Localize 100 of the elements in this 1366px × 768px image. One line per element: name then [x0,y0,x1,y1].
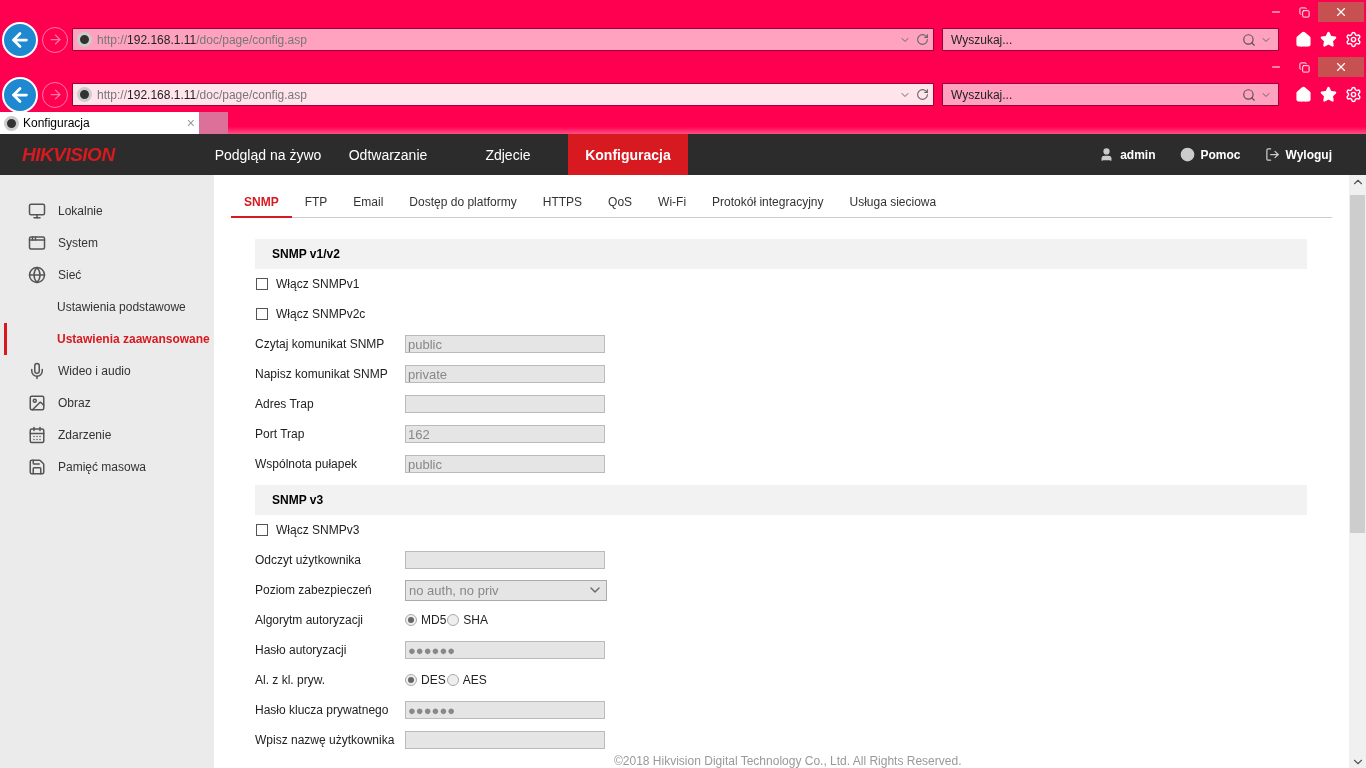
search-icon[interactable] [1242,87,1256,102]
star-icon[interactable] [1320,86,1337,103]
search-icon[interactable] [1242,32,1256,47]
tab-title: Konfiguracja [23,116,91,130]
checkbox-label: Włącz SNMPv1 [276,277,360,291]
checkbox[interactable] [256,278,268,290]
tab[interactable]: Email [340,187,397,218]
star-icon[interactable] [1320,31,1337,48]
mic-icon [28,362,46,380]
scroll-thumb[interactable] [1350,195,1365,533]
tab[interactable]: Wi-Fi [645,187,700,218]
field-label: Wpisz nazwę użytkownika [255,733,396,747]
back-button[interactable] [2,21,38,58]
settings-icon[interactable] [1345,86,1362,103]
calendar-icon [28,426,46,444]
browser-tab[interactable]: Konfiguracja × [0,112,199,134]
tab[interactable]: Protokół integracyjny [699,187,837,218]
search-field[interactable]: Wyszukaj... [942,83,1279,106]
checkbox-label: Włącz SNMPv2c [276,307,366,321]
checkbox-label: Włącz SNMPv3 [276,523,360,537]
field-label: Port Trap [255,427,306,441]
input-field[interactable] [405,731,605,749]
site-icon [4,115,19,131]
url-text: http://192.168.1.11/doc/page/config.asp [97,87,308,102]
logo: HIKVISION [21,142,117,167]
radio-label: DES [421,673,446,687]
tab[interactable]: SNMP [231,187,292,218]
section-header: SNMP v3 [255,485,1307,515]
radio-label: MD5 [421,613,447,627]
search-field[interactable]: Wyszukaj... [942,28,1279,51]
arrow-right-icon [47,32,63,47]
sidebar-item[interactable]: Sieć [0,259,214,291]
sidebar-item[interactable]: System [0,227,214,259]
nav-tab[interactable]: Zdjecie [448,134,568,175]
header-link[interactable]: Pomoc [1179,147,1241,162]
refresh-icon[interactable] [916,88,929,101]
field-label: Hasło autoryzacji [255,643,348,657]
close-button[interactable] [1318,2,1364,22]
monitor-icon [28,202,46,220]
site-icon [77,32,92,47]
address-bar[interactable]: http://192.168.1.11/doc/page/config.asp [72,28,934,51]
sidebar-item[interactable]: Lokalnie [0,195,214,227]
restore-icon [1298,6,1310,18]
input-field[interactable] [405,551,605,569]
search-input[interactable]: Wyszukaj... [949,31,1238,48]
nav-tab[interactable]: Konfiguracja [568,134,688,175]
tab[interactable]: Dostęp do platformy [396,187,530,218]
scrollbar[interactable] [1349,175,1366,768]
radio-button[interactable] [405,674,417,686]
search-input[interactable]: Wyszukaj... [949,86,1238,103]
restore-icon [1298,61,1310,73]
checkbox[interactable] [256,524,268,536]
refresh-icon[interactable] [916,33,929,46]
site-icon [77,87,92,102]
field-label: Poziom zabezpieczeń [255,583,373,597]
section-header: SNMP v1/v2 [255,239,1307,269]
field-label: Adres Trap [255,397,315,411]
address-bar[interactable]: http://192.168.1.11/doc/page/config.asp [72,83,934,106]
sidebar-item[interactable]: Obraz [0,387,214,419]
globe-icon [28,266,46,284]
copyright-text: ©2018 Hikvision Digital Technology Co., Ltd. All Rights Reserved. [614,754,962,768]
field-label: Hasło klucza prywatnego [255,703,390,717]
field-label: Al. z kl. pryw. [255,673,326,687]
nav-tab[interactable]: Podgląd na żywo [208,134,328,175]
checkbox[interactable] [256,308,268,320]
settings-icon[interactable] [1345,31,1362,48]
input-field[interactable] [405,395,605,413]
window-icon [28,234,46,252]
sidebar-item[interactable]: Wideo i audio [0,355,214,387]
back-button[interactable] [2,76,38,113]
field-label: Czytaj komunikat SNMP [255,337,386,351]
nav-tab[interactable]: Odtwarzanie [328,134,448,175]
tab[interactable]: QoS [595,187,646,218]
field-label: Wspólnota pułapek [255,457,359,471]
close-icon [1334,60,1348,74]
sidebar-subitem[interactable]: Ustawienia podstawowe [0,291,214,323]
radio-button[interactable] [405,614,417,626]
field-label: Napisz komunikat SNMP [255,367,389,381]
arrow-right-icon [47,87,63,102]
header-link[interactable]: admin [1099,147,1156,162]
logout-icon [1264,147,1280,162]
url-text: http://192.168.1.11/doc/page/config.asp [97,32,308,47]
radio-button[interactable] [447,614,460,626]
tab[interactable]: HTTPS [529,187,596,218]
home-icon[interactable] [1295,31,1312,48]
tab[interactable]: FTP [291,187,341,218]
sidebar-item[interactable]: Zdarzenie [0,419,214,451]
tab[interactable]: Usługa sieciowa [836,187,950,218]
radio-label: SHA [463,613,489,627]
sidebar-subitem[interactable]: Ustawienia zaawansowane [4,323,214,355]
home-icon[interactable] [1295,86,1312,103]
radio-label: AES [462,673,487,687]
header-link[interactable]: Wyloguj [1264,147,1332,162]
field-label: Algorytm autoryzacji [255,613,365,627]
field-label: Odczyt użytkownika [255,553,363,567]
image-icon [28,394,46,412]
close-button[interactable] [1318,57,1364,77]
radio-button[interactable] [446,674,459,686]
close-icon [1334,5,1348,19]
sidebar-item[interactable]: Pamięć masowa [0,451,214,483]
